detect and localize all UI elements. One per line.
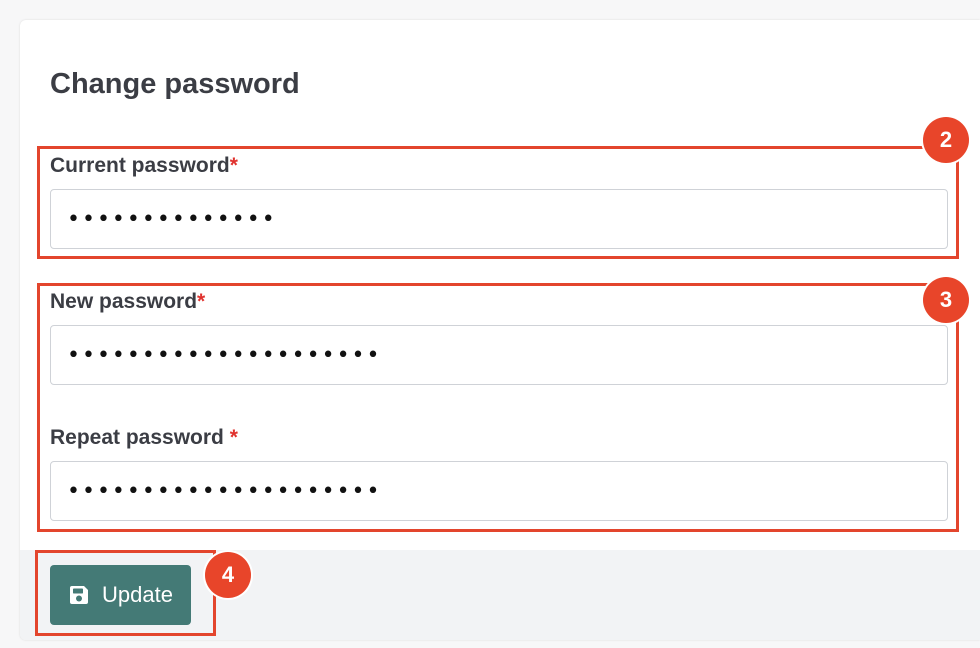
new-password-label-text: New password: [50, 290, 198, 313]
new-password-label: New password*: [50, 290, 205, 314]
required-asterisk: *: [229, 154, 238, 177]
required-asterisk: *: [197, 290, 206, 313]
repeat-password-label: Repeat password *: [50, 426, 238, 450]
repeat-password-label-text: Repeat password: [50, 426, 224, 449]
callout-badge-3: 3: [923, 277, 969, 323]
callout-badge-4: 4: [205, 552, 251, 598]
current-password-label: Current password*: [50, 154, 238, 178]
page-title: Change password: [50, 68, 300, 100]
repeat-password-field[interactable]: [50, 461, 948, 521]
callout-badge-2: 2: [923, 117, 969, 163]
save-icon: [70, 586, 89, 604]
change-password-card: Change password Current password* New pa…: [20, 20, 980, 640]
required-asterisk: *: [229, 426, 238, 449]
update-button[interactable]: Update: [50, 565, 191, 625]
update-button-label: Update: [102, 582, 173, 607]
current-password-field[interactable]: [50, 189, 948, 249]
current-password-label-text: Current password: [50, 154, 230, 177]
new-password-field[interactable]: [50, 325, 948, 385]
